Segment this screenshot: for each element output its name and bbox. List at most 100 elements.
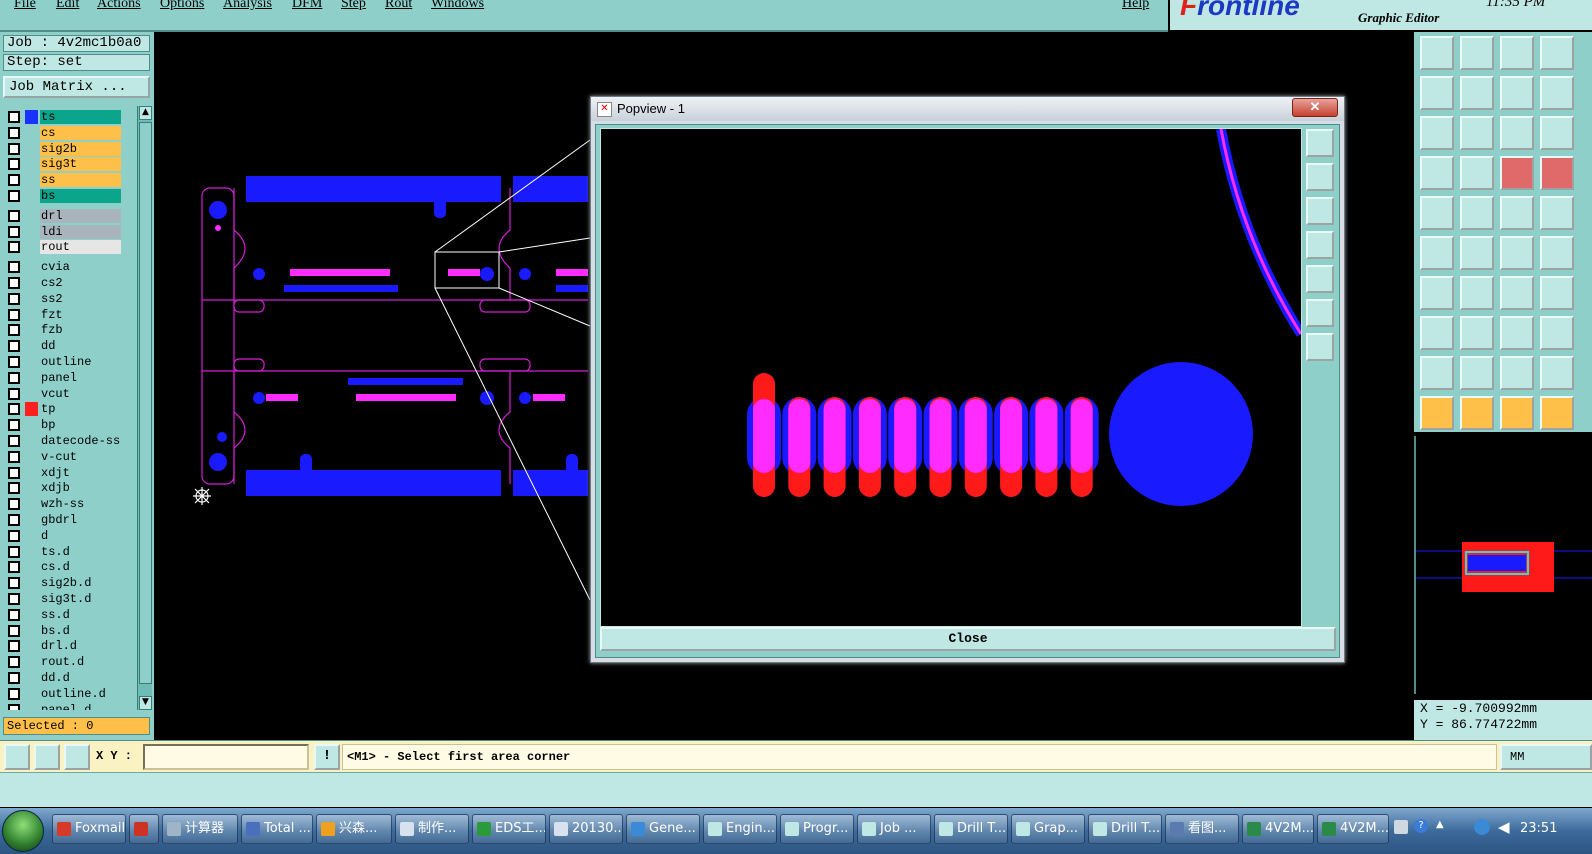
layer-checkbox[interactable] [8,577,20,590]
layer-name[interactable]: bs [40,189,121,203]
arc-point-icon[interactable] [1540,236,1574,270]
measure-icon[interactable] [34,744,60,770]
layer-row[interactable]: wzh-ss [3,497,123,512]
layer-color-swatch[interactable] [25,497,38,511]
taskbar-item[interactable]: 4V2M... [1317,814,1389,844]
layer-checkbox[interactable] [8,190,20,202]
layer-row[interactable]: d [3,528,123,543]
layer-row[interactable]: sig3t.d [3,592,123,606]
layer-checkbox[interactable] [8,225,20,238]
window-icon[interactable] [1540,36,1574,70]
layer-row[interactable]: fzb [3,323,123,338]
taskbar-item[interactable]: 20130... [549,814,623,844]
layer-checkbox[interactable] [8,126,20,139]
grid-snap-icon[interactable] [64,744,90,770]
cross-icon[interactable] [1460,236,1494,270]
units-selector[interactable]: MM [1500,744,1592,770]
layer-name[interactable]: dd [40,339,121,354]
layer-color-swatch[interactable] [25,126,38,140]
layer-checkbox[interactable] [8,419,20,432]
layer-color-swatch[interactable] [25,157,38,171]
layer-color-swatch[interactable] [25,434,38,448]
layer-name[interactable]: datecode-ss [40,434,121,448]
popview-zoom-view[interactable] [600,128,1306,627]
layer-color-swatch[interactable] [25,142,38,156]
menu-file[interactable]: File [14,0,36,12]
layer-name[interactable]: bs.d [40,623,121,638]
layer-name[interactable]: dd.d [40,671,121,685]
layer-color-swatch[interactable] [25,292,38,306]
components-icon[interactable] [1540,156,1574,190]
layer-checkbox[interactable] [8,561,20,574]
start-button[interactable] [2,810,44,852]
window-close-button[interactable]: ✕ [1292,98,1338,117]
layer-checkbox[interactable] [8,435,20,447]
taskbar-item[interactable]: Foxmail [52,814,126,844]
zoom-in-icon[interactable] [1420,36,1454,70]
layer-row[interactable]: gbdrl [3,513,123,527]
layer-row[interactable]: bp [3,418,123,433]
layer-name[interactable]: sig3t [40,157,121,172]
layer-name[interactable]: panel [40,370,121,385]
pan-left-icon[interactable] [1420,76,1454,110]
layer-checkbox[interactable] [8,356,20,368]
move-node-icon[interactable] [1420,236,1454,270]
layer-row[interactable]: drl.d [3,639,123,654]
net-icon[interactable] [1500,156,1534,190]
layer-row[interactable]: v-cut [3,449,123,464]
layer-checkbox[interactable] [8,703,20,710]
layer-name[interactable]: cvia [40,260,121,275]
layer-checkbox[interactable] [8,142,20,155]
layer-name[interactable]: ss2 [40,291,121,306]
menu-edit[interactable]: Edit [56,0,79,12]
pointer-4-icon[interactable] [1540,396,1574,430]
mirror-icon[interactable] [1540,276,1574,310]
layer-color-swatch[interactable] [25,323,38,337]
layer-color-swatch[interactable] [25,608,38,622]
layer-color-swatch[interactable] [25,655,38,669]
layer-row[interactable]: cs2 [3,276,123,290]
xy-input[interactable] [143,744,309,770]
layer-row[interactable]: fzt [3,307,123,322]
layer-checkbox[interactable] [8,687,20,700]
layer-checkbox[interactable] [8,403,20,416]
layer-name[interactable]: cs.d [40,560,121,575]
job-matrix-button[interactable]: Job Matrix ... [3,76,150,98]
taskbar-item[interactable]: EDS工... [472,814,546,844]
layer-checkbox[interactable] [8,371,20,384]
taskbar-item[interactable]: Progr... [780,814,854,844]
layer-color-swatch[interactable] [25,703,38,710]
layer-checkbox[interactable] [8,593,20,605]
popview-center-icon[interactable] [1306,333,1334,361]
layer-color-swatch[interactable] [25,529,38,543]
layer-name[interactable]: fzb [40,323,121,338]
layer-checkbox[interactable] [8,545,20,558]
layer-color-swatch[interactable] [25,450,38,464]
layer-checkbox[interactable] [8,158,20,171]
popview-zoom-in-icon[interactable] [1306,163,1334,191]
grid-icon[interactable] [1460,156,1494,190]
layer-row[interactable]: cvia [3,260,123,275]
layer-color-swatch[interactable] [25,110,38,124]
layer-row[interactable]: outline.d [3,686,123,701]
layer-color-swatch[interactable] [25,276,38,290]
layer-color-swatch[interactable] [25,418,38,432]
menu-windows[interactable]: Windows [431,0,484,12]
layer-color-swatch[interactable] [25,339,38,353]
layer-row[interactable]: ss2 [3,291,123,306]
layer-color-swatch[interactable] [25,225,38,239]
menu-actions[interactable]: Actions [97,0,141,12]
layer-name[interactable]: tp [40,402,121,417]
layer-checkbox[interactable] [8,340,20,353]
layer-color-swatch[interactable] [25,308,38,322]
select-icon[interactable] [1420,196,1454,230]
angle-icon[interactable] [1420,276,1454,310]
scroll-thumb[interactable] [139,122,152,684]
layer-row[interactable]: bs [3,189,123,203]
menu-analysis[interactable]: Analysis [223,0,272,12]
fit-icon[interactable] [1420,116,1454,150]
close-button[interactable]: Close [600,627,1336,651]
layer-name[interactable]: cs [40,125,121,140]
keyboard-icon[interactable] [1394,820,1408,834]
layer-name[interactable]: xdjt [40,465,121,480]
